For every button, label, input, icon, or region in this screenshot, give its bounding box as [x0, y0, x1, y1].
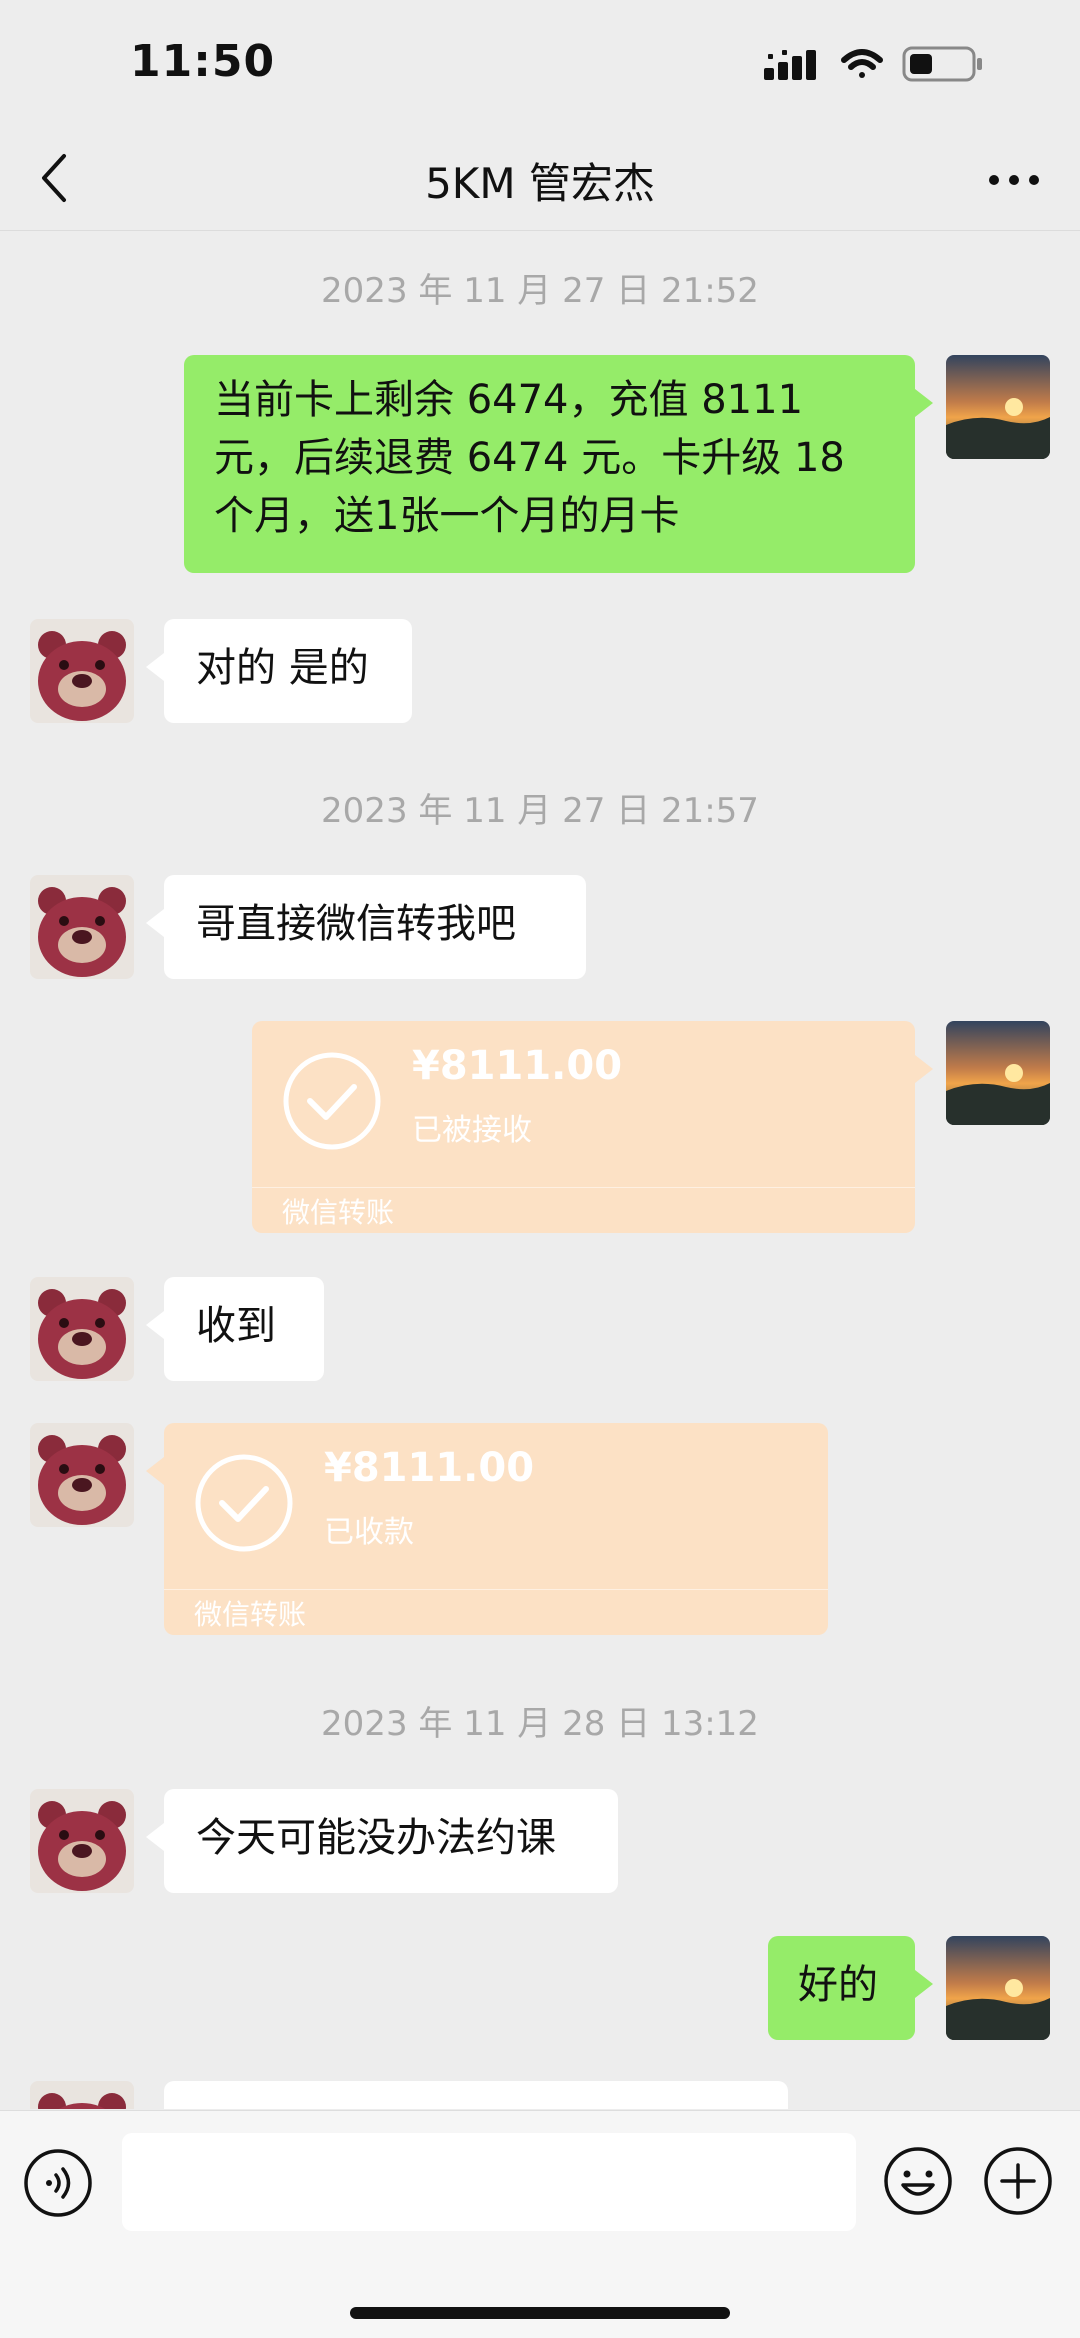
received-message[interactable]: 收到 [146, 1277, 324, 1381]
message-text: 好的 [798, 1962, 878, 2008]
contact-avatar[interactable] [30, 875, 134, 979]
bubble-tail [146, 1457, 164, 1485]
divider [164, 1589, 828, 1590]
transfer-card-sent[interactable]: ¥8111.00 已被接收 微信转账 [252, 1021, 933, 1233]
emoji-icon [884, 2147, 952, 2215]
status-time: 11:50 [130, 36, 276, 87]
message-text: 哥直接微信转我吧 [196, 901, 516, 947]
transfer-amount: ¥8111.00 [324, 1445, 535, 1491]
my-avatar[interactable] [946, 355, 1050, 459]
received-message[interactable]: 对的 是的 [146, 619, 412, 723]
check-circle-icon [283, 1052, 381, 1150]
message-text: 今天可能没办法约课 [196, 1815, 556, 1861]
transfer-amount: ¥8111.00 [412, 1043, 623, 1089]
bubble-tail [915, 1055, 933, 1083]
check-circle-icon [195, 1454, 293, 1552]
timestamp: 2023 年 11 月 27 日 21:57 [321, 791, 759, 831]
bear-avatar-icon [30, 1423, 134, 1527]
message-text: 当前卡上剩余 6474，充值 8111 元，后续退费 6474 元。卡升级 18… [214, 377, 845, 539]
bubble-tail [915, 1970, 933, 1998]
bear-avatar-icon [30, 1789, 134, 1893]
bear-avatar-icon [30, 1277, 134, 1381]
more-button[interactable] [984, 160, 1044, 200]
contact-avatar[interactable] [30, 619, 134, 723]
input-bar [0, 2110, 1080, 2338]
home-indicator[interactable] [350, 2307, 730, 2319]
cellular-signal-icon [764, 50, 816, 80]
more-functions-button[interactable] [982, 2145, 1054, 2217]
more-horizontal-icon [989, 175, 1039, 185]
my-avatar[interactable] [946, 1021, 1050, 1125]
sunset-avatar-icon [946, 1936, 1050, 2040]
divider [252, 1187, 915, 1188]
received-message[interactable] [164, 2081, 788, 2109]
emoji-button[interactable] [882, 2145, 954, 2217]
timestamp: 2023 年 11 月 28 日 13:12 [321, 1704, 759, 1744]
bear-avatar-icon [30, 2081, 134, 2109]
contact-avatar[interactable] [30, 2081, 134, 2109]
status-icons [764, 42, 994, 86]
my-avatar[interactable] [946, 1936, 1050, 2040]
chat-header: 5KM 管宏杰 [0, 130, 1080, 231]
contact-avatar[interactable] [30, 1277, 134, 1381]
wifi-icon [841, 49, 883, 78]
bubble-tail [915, 389, 933, 417]
transfer-card-received[interactable]: ¥8111.00 已收款 微信转账 [146, 1423, 828, 1635]
received-message[interactable]: 今天可能没办法约课 [146, 1789, 618, 1893]
sent-message[interactable]: 好的 [768, 1936, 933, 2040]
transfer-status: 已被接收 [412, 1113, 532, 1148]
transfer-label: 微信转账 [282, 1196, 395, 1229]
bubble-tail [146, 1823, 164, 1851]
message-text: 对的 是的 [196, 645, 369, 691]
bubble-tail [146, 909, 164, 937]
status-bar: 11:50 [0, 0, 1080, 130]
contact-avatar[interactable] [30, 1423, 134, 1527]
bubble-tail [146, 1311, 164, 1339]
transfer-label: 微信转账 [194, 1598, 307, 1631]
bear-avatar-icon [30, 619, 134, 723]
battery-icon [902, 46, 982, 82]
voice-button[interactable] [22, 2147, 94, 2219]
sent-message[interactable]: 当前卡上剩余 6474，充值 8111 元，后续退费 6474 元。卡升级 18… [184, 355, 933, 573]
message-text: 收到 [196, 1303, 276, 1349]
received-message[interactable]: 哥直接微信转我吧 [146, 875, 586, 979]
sunset-avatar-icon [946, 1021, 1050, 1125]
contact-avatar[interactable] [30, 1789, 134, 1893]
voice-icon [24, 2149, 92, 2217]
bear-avatar-icon [30, 875, 134, 979]
transfer-status: 已收款 [324, 1515, 414, 1550]
message-list[interactable]: 2023 年 11 月 27 日 21:52 当前卡上剩余 6474，充值 81… [0, 231, 1080, 2109]
bubble-tail [146, 653, 164, 681]
chat-title: 5KM 管宏杰 [425, 159, 655, 208]
message-input[interactable] [122, 2133, 856, 2231]
plus-circle-icon [984, 2147, 1052, 2215]
sunset-avatar-icon [946, 355, 1050, 459]
timestamp: 2023 年 11 月 27 日 21:52 [321, 271, 759, 311]
